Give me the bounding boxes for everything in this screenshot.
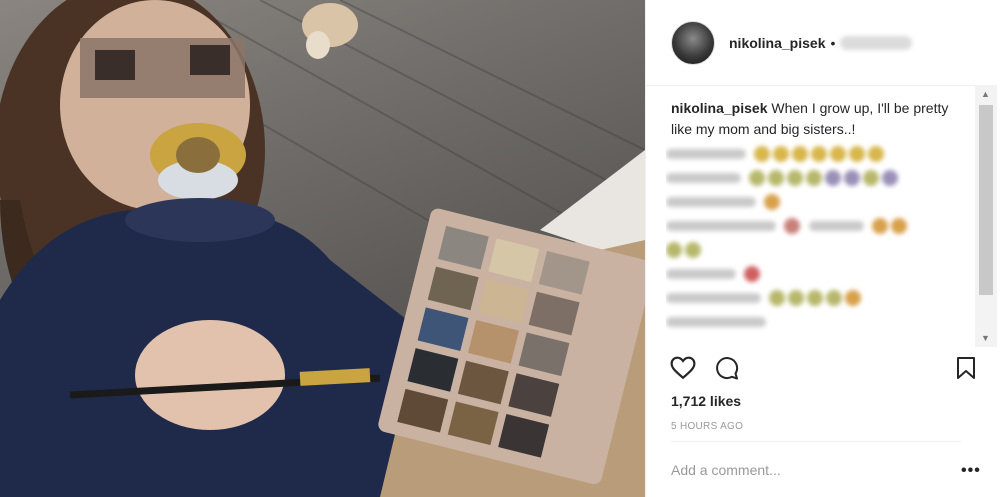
post-photo[interactable] [0, 0, 645, 497]
heart-icon[interactable] [670, 356, 696, 380]
scroll-up-icon[interactable]: ▲ [981, 89, 990, 99]
blurred-comments-list [666, 142, 976, 352]
photo-illustration [0, 0, 645, 497]
divider [671, 441, 961, 442]
post-timestamp[interactable]: 5 HOURS AGO [671, 421, 743, 432]
caption: nikolina_pisek When I grow up, I'll be p… [671, 98, 961, 140]
header-separator: • [830, 34, 836, 51]
header-username[interactable]: nikolina_pisek [729, 35, 825, 51]
comment-bubble-icon[interactable] [714, 356, 740, 380]
scroll-down-icon[interactable]: ▼ [981, 333, 990, 343]
comments-scrollbar[interactable]: ▲ ▼ [975, 85, 997, 347]
list-item [666, 310, 976, 334]
list-item [666, 166, 976, 190]
caption-username[interactable]: nikolina_pisek [671, 100, 767, 116]
post-side-panel: nikolina_pisek • nikolina_pisek When I g… [645, 0, 986, 497]
list-item [666, 238, 976, 262]
scrollbar-thumb[interactable] [979, 105, 993, 295]
list-item [666, 142, 976, 166]
action-bar [670, 356, 975, 386]
bookmark-icon[interactable] [956, 356, 976, 380]
list-item [666, 286, 976, 310]
list-item [666, 190, 976, 214]
blurred-follow-text [840, 35, 913, 50]
list-item [666, 214, 976, 238]
avatar[interactable] [671, 20, 715, 65]
more-options-button[interactable]: ••• [961, 462, 981, 480]
add-comment-input[interactable]: Add a comment... [671, 462, 781, 478]
list-item [666, 262, 976, 286]
likes-count[interactable]: 1,712 likes [671, 393, 741, 409]
post-header: nikolina_pisek • [646, 0, 986, 86]
